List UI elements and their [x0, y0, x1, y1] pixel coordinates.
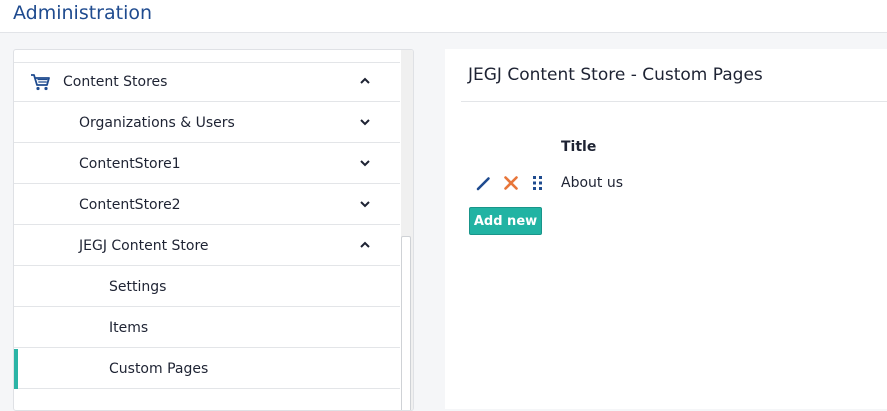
app-title: Administration	[13, 2, 153, 24]
sidebar-item-contentstore1[interactable]: ContentStore1	[14, 144, 400, 184]
chevron-down-icon[interactable]	[358, 115, 372, 129]
sidebar-item-settings[interactable]: Settings	[14, 267, 400, 307]
sidebar-item-jegj-content-store[interactable]: JEGJ Content Store	[14, 226, 400, 266]
chevron-down-icon[interactable]	[358, 156, 372, 170]
delete-icon[interactable]	[502, 174, 520, 192]
top-bar: Administration	[0, 0, 887, 33]
drag-handle-icon[interactable]	[528, 174, 546, 192]
table-cell-title[interactable]: About us	[561, 175, 623, 191]
scrollbar-thumb[interactable]	[401, 236, 411, 410]
divider	[461, 101, 887, 102]
sidebar-item-contentstore2[interactable]: ContentStore2	[14, 185, 400, 225]
sidebar-item-label: Settings	[109, 278, 167, 295]
sidebar-item-label: Content Stores	[63, 73, 168, 90]
chevron-up-icon[interactable]	[358, 74, 372, 88]
edit-icon[interactable]	[475, 174, 493, 192]
sidebar-item-organizations-users[interactable]: Organizations & Users	[14, 103, 400, 143]
sidebar-item-custom-pages[interactable]: Custom Pages	[14, 349, 400, 389]
sidebar-nav: Content Stores Organizations & Users Con…	[13, 49, 414, 411]
sidebar-item-label: JEGJ Content Store	[79, 237, 209, 254]
cart-icon	[31, 74, 50, 91]
sidebar-scrollbar[interactable]	[401, 50, 413, 410]
sidebar-item-label: Organizations & Users	[79, 114, 235, 131]
sidebar-item-label: ContentStore1	[79, 155, 181, 172]
page-title: JEGJ Content Store - Custom Pages	[468, 65, 763, 85]
column-header-title: Title	[561, 139, 597, 155]
table-row-actions	[475, 174, 545, 192]
sidebar-item-items[interactable]: Items	[14, 308, 400, 348]
active-indicator	[14, 349, 18, 389]
chevron-up-icon[interactable]	[358, 238, 372, 252]
sidebar-item-label: ContentStore2	[79, 196, 181, 213]
sidebar-item-label: Items	[109, 319, 149, 336]
sidebar-item-label: Custom Pages	[109, 360, 209, 377]
sidebar-item-content-stores[interactable]: Content Stores	[14, 62, 400, 102]
main-panel: JEGJ Content Store - Custom Pages Title …	[445, 49, 887, 409]
chevron-down-icon[interactable]	[358, 197, 372, 211]
add-new-button[interactable]: Add new	[469, 207, 542, 235]
